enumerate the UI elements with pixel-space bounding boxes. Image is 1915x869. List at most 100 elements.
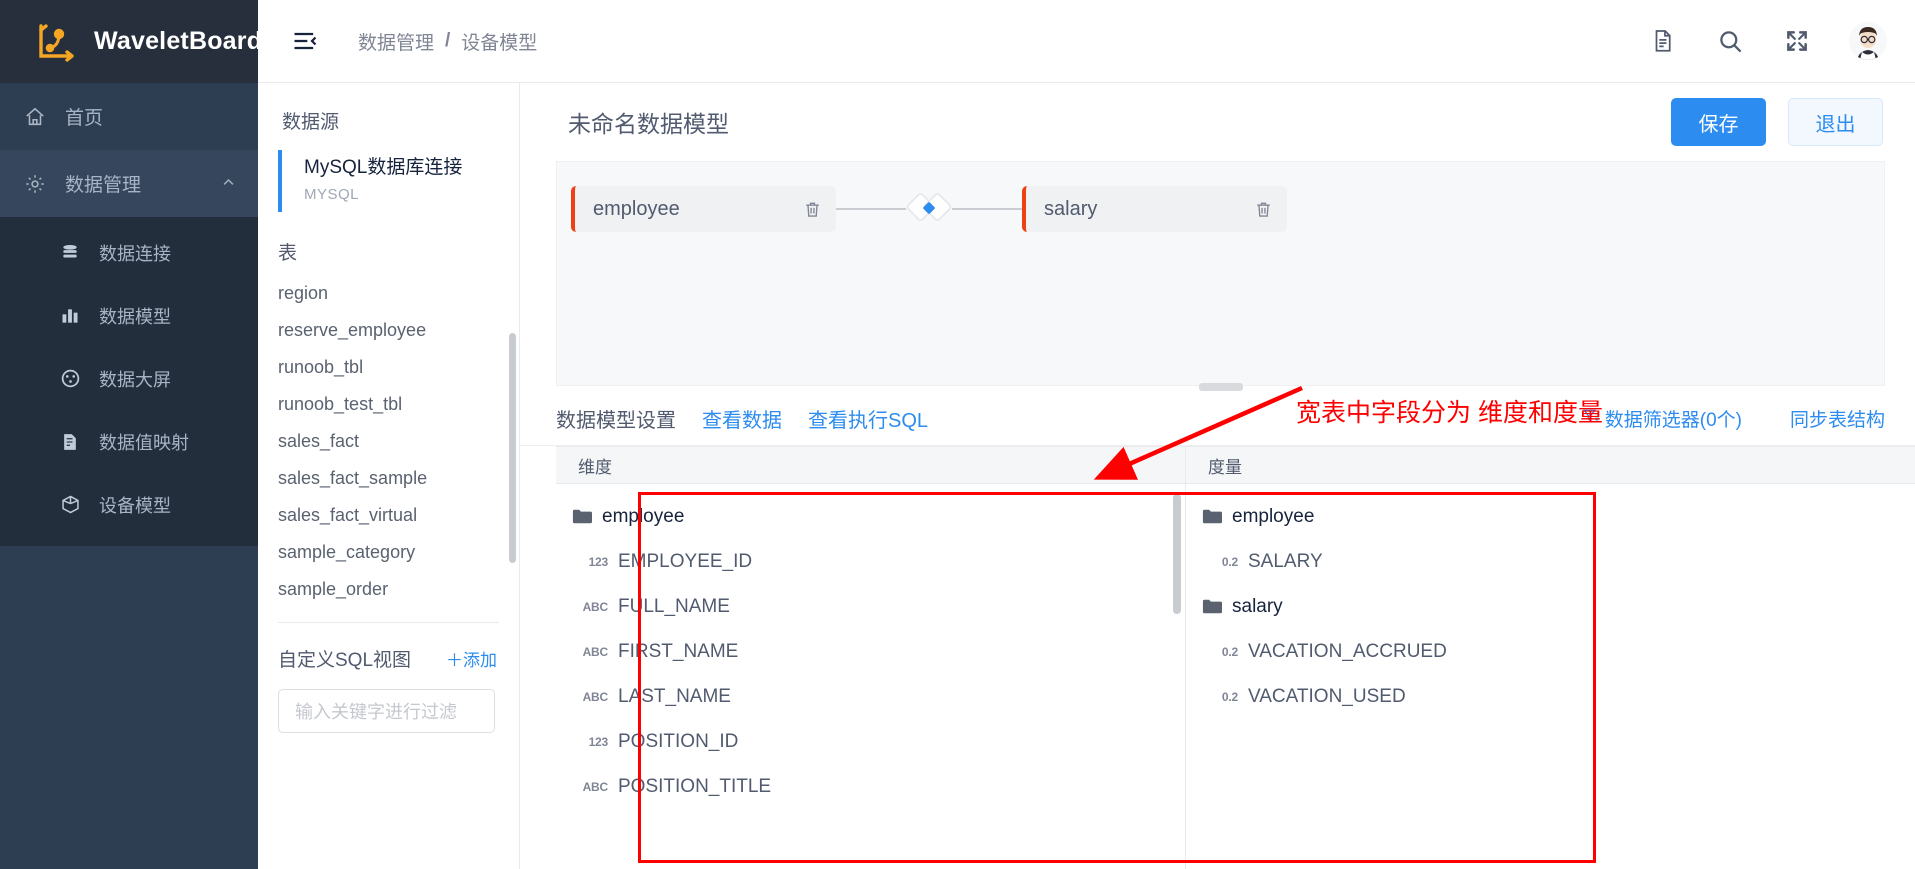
data-filter-button[interactable]: 数据筛选器(0个) xyxy=(1582,405,1742,432)
sidebar-item-home[interactable]: 首页 xyxy=(0,83,258,150)
folder-icon xyxy=(572,508,592,525)
list-item[interactable]: sample_category xyxy=(278,534,519,571)
topbar-icons xyxy=(1648,22,1887,60)
breadcrumb-current[interactable]: 设备模型 xyxy=(461,28,537,55)
datasource-scrollbar[interactable] xyxy=(509,333,516,563)
sidebar-item-label: 首页 xyxy=(65,108,104,129)
fullscreen-icon[interactable] xyxy=(1782,26,1812,56)
field-row[interactable]: 0.2 SALARY xyxy=(1186,539,1915,584)
add-sqlview-button[interactable]: ＋添加 xyxy=(446,646,497,671)
field-label: FIRST_NAME xyxy=(618,640,739,662)
field-row[interactable]: 123 POSITION_ID xyxy=(556,719,1185,764)
list-item[interactable]: runoob_test_tbl xyxy=(278,386,519,423)
model-header: 未命名数据模型 保存 退出 xyxy=(520,83,1915,161)
field-type-badge: 0.2 xyxy=(1221,644,1238,659)
inner-join-icon[interactable] xyxy=(906,192,952,226)
brand-header[interactable]: WaveletBoard xyxy=(0,0,262,83)
model-canvas[interactable]: employee salary xyxy=(556,161,1885,391)
filter-icon xyxy=(1582,407,1600,431)
breadcrumb-separator: / xyxy=(445,30,451,51)
sidebar-item-data-connection[interactable]: 数据连接 xyxy=(0,221,258,284)
field-row[interactable]: ABC FULL_NAME xyxy=(556,584,1185,629)
file-edit-icon xyxy=(58,432,82,452)
exit-button[interactable]: 退出 xyxy=(1788,98,1883,146)
field-row[interactable]: ABC LAST_NAME xyxy=(556,674,1185,719)
sidebar-item-value-mapping[interactable]: 数据值映射 xyxy=(0,410,258,473)
node-label: employee xyxy=(593,197,680,220)
dimension-column: 维度 employee 123 EMPLOYEE_ID ABC FULL_NAM… xyxy=(556,446,1186,869)
list-item[interactable]: runoob_tbl xyxy=(278,349,519,386)
connection-type: MYSQL xyxy=(304,186,360,203)
field-row[interactable]: 123 EMPLOYEE_ID xyxy=(556,539,1185,584)
field-type-badge: 123 xyxy=(588,554,609,569)
document-icon[interactable] xyxy=(1648,26,1678,56)
search-icon[interactable] xyxy=(1715,26,1745,56)
sidebar: WaveletBoard 首页 数据管理 数据连接 数据模型 数据大屏 数据值映… xyxy=(0,0,262,869)
gear-icon xyxy=(22,173,48,195)
table-node-salary[interactable]: salary xyxy=(1022,186,1287,232)
trash-icon[interactable] xyxy=(803,200,822,219)
dashboard-icon xyxy=(58,368,82,389)
sidebar-item-label: 设备模型 xyxy=(99,495,171,516)
field-row[interactable]: 0.2 VACATION_USED xyxy=(1186,674,1915,719)
table-list: region reserve_employee runoob_tbl runoo… xyxy=(258,275,519,608)
field-row[interactable]: ABC POSITION_TITLE xyxy=(556,764,1185,809)
sidebar-item-label: 数据连接 xyxy=(99,243,171,264)
tab-view-sql[interactable]: 查看执行SQL xyxy=(808,404,928,433)
list-item[interactable]: sales_fact xyxy=(278,423,519,460)
field-label: FULL_NAME xyxy=(618,595,730,617)
canvas-resize-handle[interactable] xyxy=(1198,383,1243,391)
group-label: salary xyxy=(1232,595,1283,617)
field-row[interactable]: 0.2 VACATION_ACCRUED xyxy=(1186,629,1915,674)
fields-area: 维度 employee 123 EMPLOYEE_ID ABC FULL_NAM… xyxy=(556,446,1915,869)
list-item[interactable]: sample_order xyxy=(278,571,519,608)
sidebar-item-label: 数据大屏 xyxy=(99,369,171,390)
dimension-list: employee 123 EMPLOYEE_ID ABC FULL_NAME A… xyxy=(556,484,1185,809)
list-item[interactable]: reserve_employee xyxy=(278,312,519,349)
field-type-badge: 0.2 xyxy=(1221,689,1238,704)
list-item[interactable]: sales_fact_sample xyxy=(278,460,519,497)
trash-icon[interactable] xyxy=(1254,200,1273,219)
join-line-left xyxy=(836,208,906,210)
field-label: POSITION_ID xyxy=(618,730,739,752)
save-button[interactable]: 保存 xyxy=(1671,98,1766,146)
sidebar-item-data-management[interactable]: 数据管理 xyxy=(0,150,258,217)
field-label: EMPLOYEE_ID xyxy=(618,550,753,572)
datasource-title: 数据源 xyxy=(282,112,340,133)
sidebar-item-data-model[interactable]: 数据模型 xyxy=(0,284,258,347)
field-type-badge: 123 xyxy=(588,734,609,749)
table-row[interactable]: employee xyxy=(1186,494,1915,539)
list-item[interactable]: region xyxy=(278,275,519,312)
measure-header: 度量 xyxy=(1186,446,1915,484)
table-node-employee[interactable]: employee xyxy=(571,186,836,232)
user-avatar[interactable] xyxy=(1849,22,1887,60)
measure-list: employee 0.2 SALARY salary 0.2 VACATION_… xyxy=(1186,484,1915,719)
field-row[interactable]: ABC FIRST_NAME xyxy=(556,629,1185,674)
tab-view-data[interactable]: 查看数据 xyxy=(702,404,782,433)
sync-schema-button[interactable]: 同步表结构 xyxy=(1790,405,1885,432)
tab-model-settings[interactable]: 数据模型设置 xyxy=(556,404,676,433)
data-filter-label: 数据筛选器(0个) xyxy=(1604,410,1742,431)
dimension-scrollbar[interactable] xyxy=(1173,494,1181,614)
datasource-connection-item[interactable]: MySQL数据库连接 MYSQL xyxy=(278,150,519,212)
keyword-filter-input[interactable]: 输入关键字进行过滤 xyxy=(278,689,495,733)
brand-name: WaveletBoard xyxy=(94,27,263,55)
field-type-badge: ABC xyxy=(582,644,609,659)
table-row[interactable]: salary xyxy=(1186,584,1915,629)
chevron-up-icon xyxy=(221,175,236,193)
wavelet-logo-icon xyxy=(34,21,76,63)
menu-collapse-icon[interactable] xyxy=(288,24,322,58)
field-type-badge: 0.2 xyxy=(1221,554,1238,569)
field-label: SALARY xyxy=(1248,550,1323,572)
connection-name: MySQL数据库连接 xyxy=(304,157,463,178)
sqlview-header: 自定义SQL视图 ＋添加 xyxy=(258,623,519,672)
list-item[interactable]: sales_fact_virtual xyxy=(278,497,519,534)
breadcrumb-parent[interactable]: 数据管理 xyxy=(358,28,434,55)
field-label: LAST_NAME xyxy=(618,685,731,707)
sidebar-item-label: 数据管理 xyxy=(65,175,142,196)
folder-icon xyxy=(1202,598,1222,615)
table-row[interactable]: employee xyxy=(556,494,1185,539)
sidebar-item-data-dashboard[interactable]: 数据大屏 xyxy=(0,347,258,410)
field-type-badge: ABC xyxy=(582,689,609,704)
sidebar-item-device-model[interactable]: 设备模型 xyxy=(0,473,258,536)
